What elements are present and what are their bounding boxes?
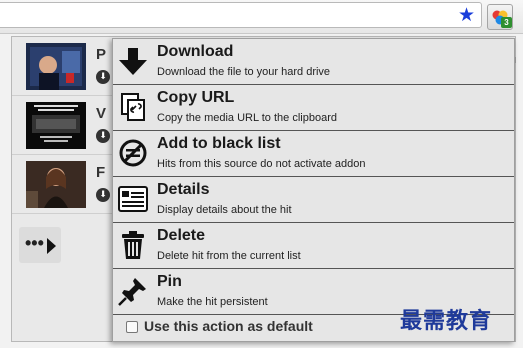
menu-item-copy-url[interactable]: Copy URL Copy the media URL to the clipb… (113, 85, 514, 131)
menu-item-description: Display details about the hit (157, 204, 292, 216)
star-icon[interactable]: ★ (458, 5, 475, 25)
hit-thumbnail (26, 43, 86, 90)
hit-title: F (96, 164, 106, 181)
menu-item-blacklist[interactable]: Add to black list Hits from this source … (113, 131, 514, 177)
menu-item-label: Details (157, 181, 210, 198)
blocked-icon (119, 139, 147, 167)
menu-item-label: Copy URL (157, 89, 235, 106)
browser-toolbar: ★ 3 (0, 0, 523, 34)
play-arrow-icon (47, 238, 56, 254)
hit-item[interactable]: V ⬇ (12, 96, 122, 155)
trash-icon (122, 231, 144, 259)
details-list-icon (118, 186, 148, 212)
hit-count-badge: 3 (501, 17, 512, 28)
menu-item-description: Hits from this source do not activate ad… (157, 158, 366, 170)
more-button[interactable]: ••• (19, 227, 61, 263)
download-icon[interactable]: ⬇ (96, 129, 110, 143)
pin-icon (118, 278, 146, 306)
default-action-checkbox[interactable] (126, 321, 138, 333)
menu-item-download[interactable]: Download Download the file to your hard … (113, 39, 514, 85)
menu-item-description: Delete hit from the current list (157, 250, 301, 262)
hit-thumbnail (26, 102, 86, 149)
hit-title: P (96, 46, 107, 63)
menu-item-description: Make the hit persistent (157, 296, 268, 308)
down-arrow-icon (119, 48, 147, 75)
hit-item[interactable]: F ⬇ (12, 155, 122, 214)
menu-item-label: Pin (157, 273, 182, 290)
default-action-label[interactable]: Use this action as default (144, 318, 313, 334)
menu-item-details[interactable]: Details Display details about the hit (113, 177, 514, 223)
more-dots: ••• (25, 233, 44, 253)
menu-item-description: Copy the media URL to the clipboard (157, 112, 337, 124)
menu-item-description: Download the file to your hard drive (157, 66, 331, 78)
extension-button[interactable]: 3 (487, 4, 513, 30)
watermark-text: 最需教育 (400, 308, 493, 334)
menu-item-label: Delete (157, 227, 206, 244)
copy-link-icon (121, 93, 145, 121)
hit-title: V (96, 105, 107, 122)
menu-item-label: Download (157, 43, 234, 60)
download-icon[interactable]: ⬇ (96, 70, 110, 84)
download-icon[interactable]: ⬇ (96, 188, 110, 202)
menu-item-label: Add to black list (157, 135, 281, 152)
url-bar[interactable]: ★ (0, 2, 482, 28)
action-menu: Download Download the file to your hard … (112, 38, 515, 342)
hit-item[interactable]: P ⬇ (12, 37, 122, 96)
hit-thumbnail (26, 161, 86, 208)
menu-item-delete[interactable]: Delete Delete hit from the current list (113, 223, 514, 269)
